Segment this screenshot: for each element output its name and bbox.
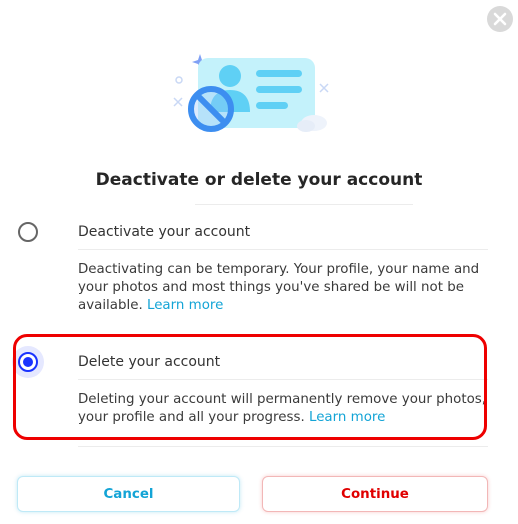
close-icon [493,12,507,26]
bottom-divider [78,446,488,447]
close-button[interactable] [487,6,513,32]
title-divider [195,204,413,205]
cancel-button[interactable]: Cancel [17,476,240,512]
continue-button[interactable]: Continue [262,476,488,512]
dialog-title: Deactivate or delete your account [95,170,423,190]
deactivate-option-title[interactable]: Deactivate your account [78,224,250,240]
selection-highlight-box [13,334,487,440]
deactivate-option-description: Deactivating can be temporary. Your prof… [78,261,490,315]
deactivate-description-text: Deactivating can be temporary. Your prof… [78,262,480,313]
deactivate-learn-more-link[interactable]: Learn more [147,298,223,313]
option-divider [78,249,488,250]
deactivate-radio[interactable] [18,222,38,242]
account-blocked-illustration [170,50,335,140]
